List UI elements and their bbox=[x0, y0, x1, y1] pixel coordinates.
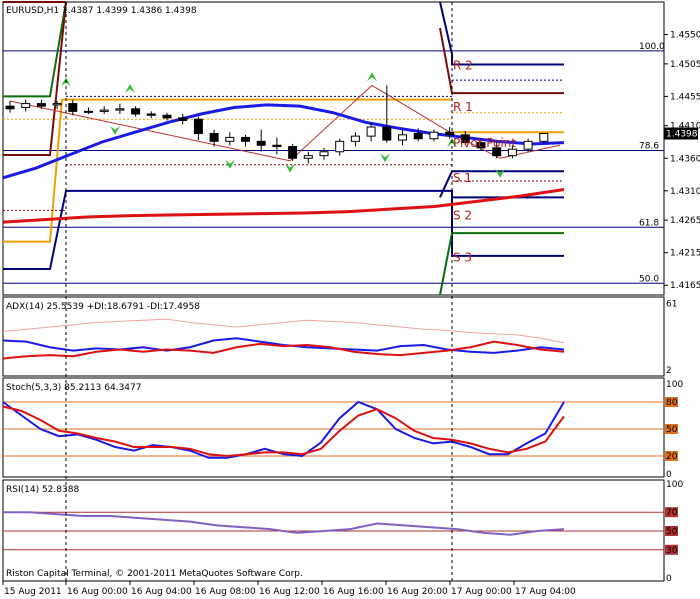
bear-candle bbox=[5, 105, 15, 110]
price-tick-label: 1.4265 bbox=[670, 216, 700, 226]
bear-candle bbox=[36, 103, 46, 107]
bull-candle bbox=[52, 103, 62, 106]
x-tick-label: 16 Aug 04:00 bbox=[131, 587, 192, 597]
oscillator-tick-label: 2 bbox=[666, 366, 672, 376]
price-tick-label: 1.4215 bbox=[670, 249, 700, 259]
bull-candle bbox=[303, 155, 313, 159]
bull-candle bbox=[99, 109, 109, 112]
oscillator-tick-label: 50 bbox=[666, 425, 678, 435]
oscillator-tick-label: 0 bbox=[666, 574, 672, 584]
price-tick-label: 1.4165 bbox=[670, 281, 700, 291]
bear-candle bbox=[178, 117, 188, 122]
current-price-label: 1.4398 bbox=[666, 130, 698, 140]
x-tick-label: 15 Aug 2011 bbox=[4, 587, 62, 597]
fib-label: 61.8 bbox=[639, 218, 659, 228]
fib-label: 100.0 bbox=[639, 42, 665, 52]
price-title: EURUSD,H1 1.4387 1.4399 1.4386 1.4398 bbox=[6, 6, 197, 16]
bull-candle bbox=[21, 103, 31, 108]
bull-candle bbox=[319, 151, 329, 157]
bear-candle bbox=[131, 108, 141, 115]
chart-background bbox=[0, 0, 700, 599]
bull-candle bbox=[366, 126, 376, 137]
oscillator-tick-label: 0 bbox=[666, 470, 672, 480]
rsi-title: RSI(14) 52.8388 bbox=[6, 485, 79, 495]
oscillator-tick-label: 100 bbox=[666, 480, 683, 490]
bear-candle bbox=[68, 103, 78, 112]
pivot-label: R 1 bbox=[453, 100, 473, 114]
bear-candle bbox=[209, 133, 219, 142]
stoch-title: Stoch(5,3,3) 85.2113 64.3477 bbox=[6, 383, 141, 393]
pivot-label: R 2 bbox=[453, 59, 473, 73]
x-tick-label: 16 Aug 20:00 bbox=[387, 587, 448, 597]
oscillator-tick-label: 61 bbox=[666, 299, 677, 309]
bull-candle bbox=[398, 134, 407, 141]
x-tick-label: 17 Aug 04:00 bbox=[515, 587, 576, 597]
oscillator-tick-label: 50 bbox=[666, 527, 678, 537]
adx-title: ADX(14) 25.5539 +DI:18.6791 -DI:17.4958 bbox=[6, 302, 200, 312]
x-tick-label: 17 Aug 00:00 bbox=[451, 587, 512, 597]
bull-candle bbox=[84, 110, 93, 113]
bull-candle bbox=[507, 148, 517, 157]
bear-candle bbox=[146, 113, 156, 116]
bull-candle bbox=[429, 131, 439, 140]
oscillator-tick-label: 80 bbox=[666, 398, 678, 408]
price-tick-label: 1.4550 bbox=[670, 31, 700, 41]
pivot-label: S 2 bbox=[453, 208, 472, 222]
bear-candle bbox=[382, 126, 392, 141]
price-tick-label: 1.4360 bbox=[670, 154, 700, 164]
x-tick-label: 16 Aug 12:00 bbox=[259, 587, 320, 597]
pivot-label: Pivot Point bbox=[453, 136, 516, 150]
oscillator-tick-label: 70 bbox=[666, 508, 678, 518]
fib-label: 78.6 bbox=[639, 141, 659, 151]
price-tick-label: 1.4310 bbox=[670, 187, 700, 197]
bear-candle bbox=[162, 114, 172, 119]
oscillator-tick-label: 100 bbox=[666, 380, 683, 390]
bull-candle bbox=[523, 140, 533, 150]
x-tick-label: 16 Aug 16:00 bbox=[323, 587, 384, 597]
x-tick-label: 16 Aug 08:00 bbox=[195, 587, 256, 597]
bull-candle bbox=[225, 136, 235, 142]
bear-candle bbox=[288, 146, 298, 159]
price-tick-label: 1.4455 bbox=[670, 92, 700, 102]
bear-candle bbox=[241, 136, 250, 142]
price-tick-label: 1.4505 bbox=[670, 60, 700, 70]
fib-label: 50.0 bbox=[639, 274, 659, 284]
bear-candle bbox=[413, 133, 423, 140]
pivot-label: S 1 bbox=[453, 171, 472, 185]
bear-candle bbox=[272, 144, 282, 148]
bull-candle bbox=[539, 133, 549, 142]
bear-candle bbox=[193, 118, 203, 135]
x-tick-label: 16 Aug 00:00 bbox=[67, 587, 128, 597]
bear-candle bbox=[256, 140, 266, 146]
oscillator-tick-label: 20 bbox=[666, 452, 678, 462]
oscillator-tick-label: 30 bbox=[666, 546, 678, 556]
bull-candle bbox=[350, 135, 360, 142]
bull-candle bbox=[115, 108, 125, 111]
copyright-text: Riston Capital Terminal, © 2001-2011 Met… bbox=[6, 569, 303, 579]
pivot-label: S 3 bbox=[453, 251, 472, 265]
bull-candle bbox=[335, 140, 345, 153]
trading-chart[interactable]: 1.45501.45051.44551.44101.43601.43101.42… bbox=[0, 0, 700, 599]
